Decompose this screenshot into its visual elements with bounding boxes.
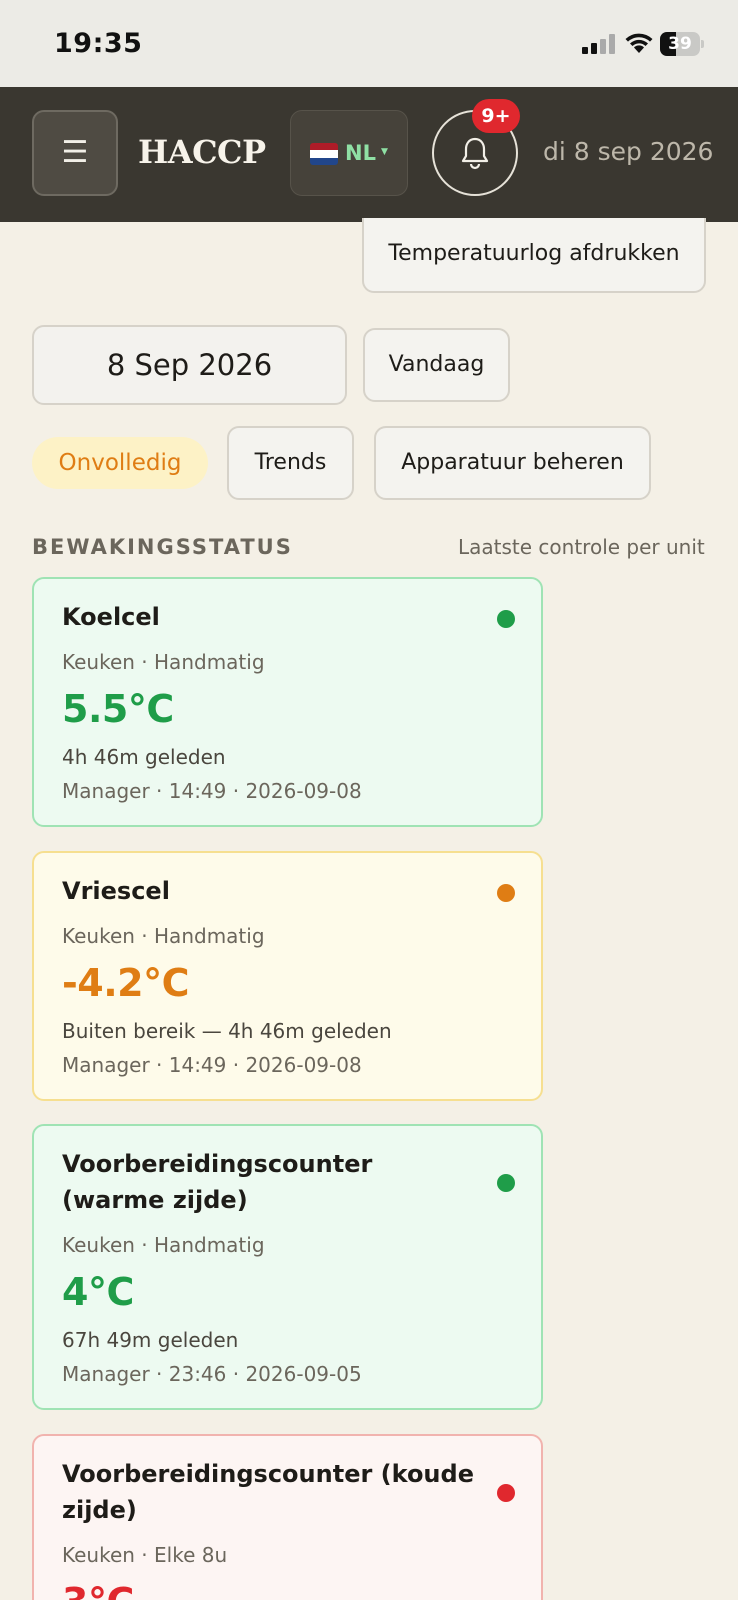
app-header: ☰ HACCP NL ▼ 9+ di 8 sep 2026 [0,87,738,222]
battery-level: 39 [668,34,692,54]
unit-recorded-by: Manager · 23:46 · 2026-09-05 [62,1362,362,1386]
status-bar: 19:35 39 [0,0,738,87]
unit-recorded-by: Manager · 14:49 · 2026-09-08 [62,1053,362,1077]
notification-count-badge: 9+ [472,99,520,133]
unit-card[interactable]: Koelcel Keuken · Handmatig 5.5°C 4h 46m … [32,577,543,827]
manage-equipment-button[interactable]: Apparatuur beheren [374,426,651,500]
status-time: 19:35 [54,28,143,59]
status-dot-icon [497,1174,515,1192]
hamburger-icon: ☰ [61,135,89,170]
unit-meta: Keuken · Handmatig [62,1233,265,1257]
status-badge-incomplete: Onvolledig [32,437,208,489]
language-selector[interactable]: NL ▼ [290,110,408,196]
unit-last-check: 67h 49m geleden [62,1328,239,1352]
language-code: NL [345,141,376,165]
date-picker-input[interactable]: 8 Sep 2026 [32,325,347,405]
section-title: BEWAKINGSSTATUS [32,535,293,559]
header-date: di 8 sep 2026 [543,137,714,166]
unit-last-check: Buiten bereik — 4h 46m geleden [62,1019,392,1043]
unit-name: Koelcel [62,603,160,631]
unit-temperature: -4.2°C [62,961,189,1005]
unit-meta: Keuken · Elke 8u [62,1543,228,1567]
trends-button[interactable]: Trends [227,426,354,500]
unit-card[interactable]: Voorbereidingscounter (warme zijde) Keuk… [32,1124,543,1410]
unit-temperature: 4°C [62,1270,134,1314]
menu-button[interactable]: ☰ [32,110,118,196]
bell-icon [461,137,489,170]
today-button[interactable]: Vandaag [363,328,510,402]
print-temperature-log-button[interactable]: Temperatuurlog afdrukken [362,218,706,293]
battery-icon: 39 [660,32,704,56]
unit-card[interactable]: Vriescel Keuken · Handmatig -4.2°C Buite… [32,851,543,1101]
unit-temperature: 5.5°C [62,687,174,731]
status-dot-icon [497,610,515,628]
unit-temperature: 3°C [62,1580,134,1600]
unit-recorded-by: Manager · 14:49 · 2026-09-08 [62,779,362,803]
caret-down-icon: ▼ [381,147,388,157]
unit-name: Vriescel [62,877,170,905]
unit-name: Voorbereidingscounter (warme zijde) [62,1150,373,1214]
status-dot-icon [497,884,515,902]
signal-icon [582,34,616,54]
section-hint: Laatste controle per unit [458,535,705,559]
netherlands-flag-icon [310,143,338,165]
unit-meta: Keuken · Handmatig [62,650,265,674]
unit-last-check: 4h 46m geleden [62,745,226,769]
unit-name: Voorbereidingscounter (koude zijde) [62,1460,474,1524]
wifi-icon [625,33,653,53]
app-title: HACCP [138,133,266,171]
unit-meta: Keuken · Handmatig [62,924,265,948]
status-dot-icon [497,1484,515,1502]
unit-card[interactable]: Voorbereidingscounter (koude zijde) Keuk… [32,1434,543,1600]
